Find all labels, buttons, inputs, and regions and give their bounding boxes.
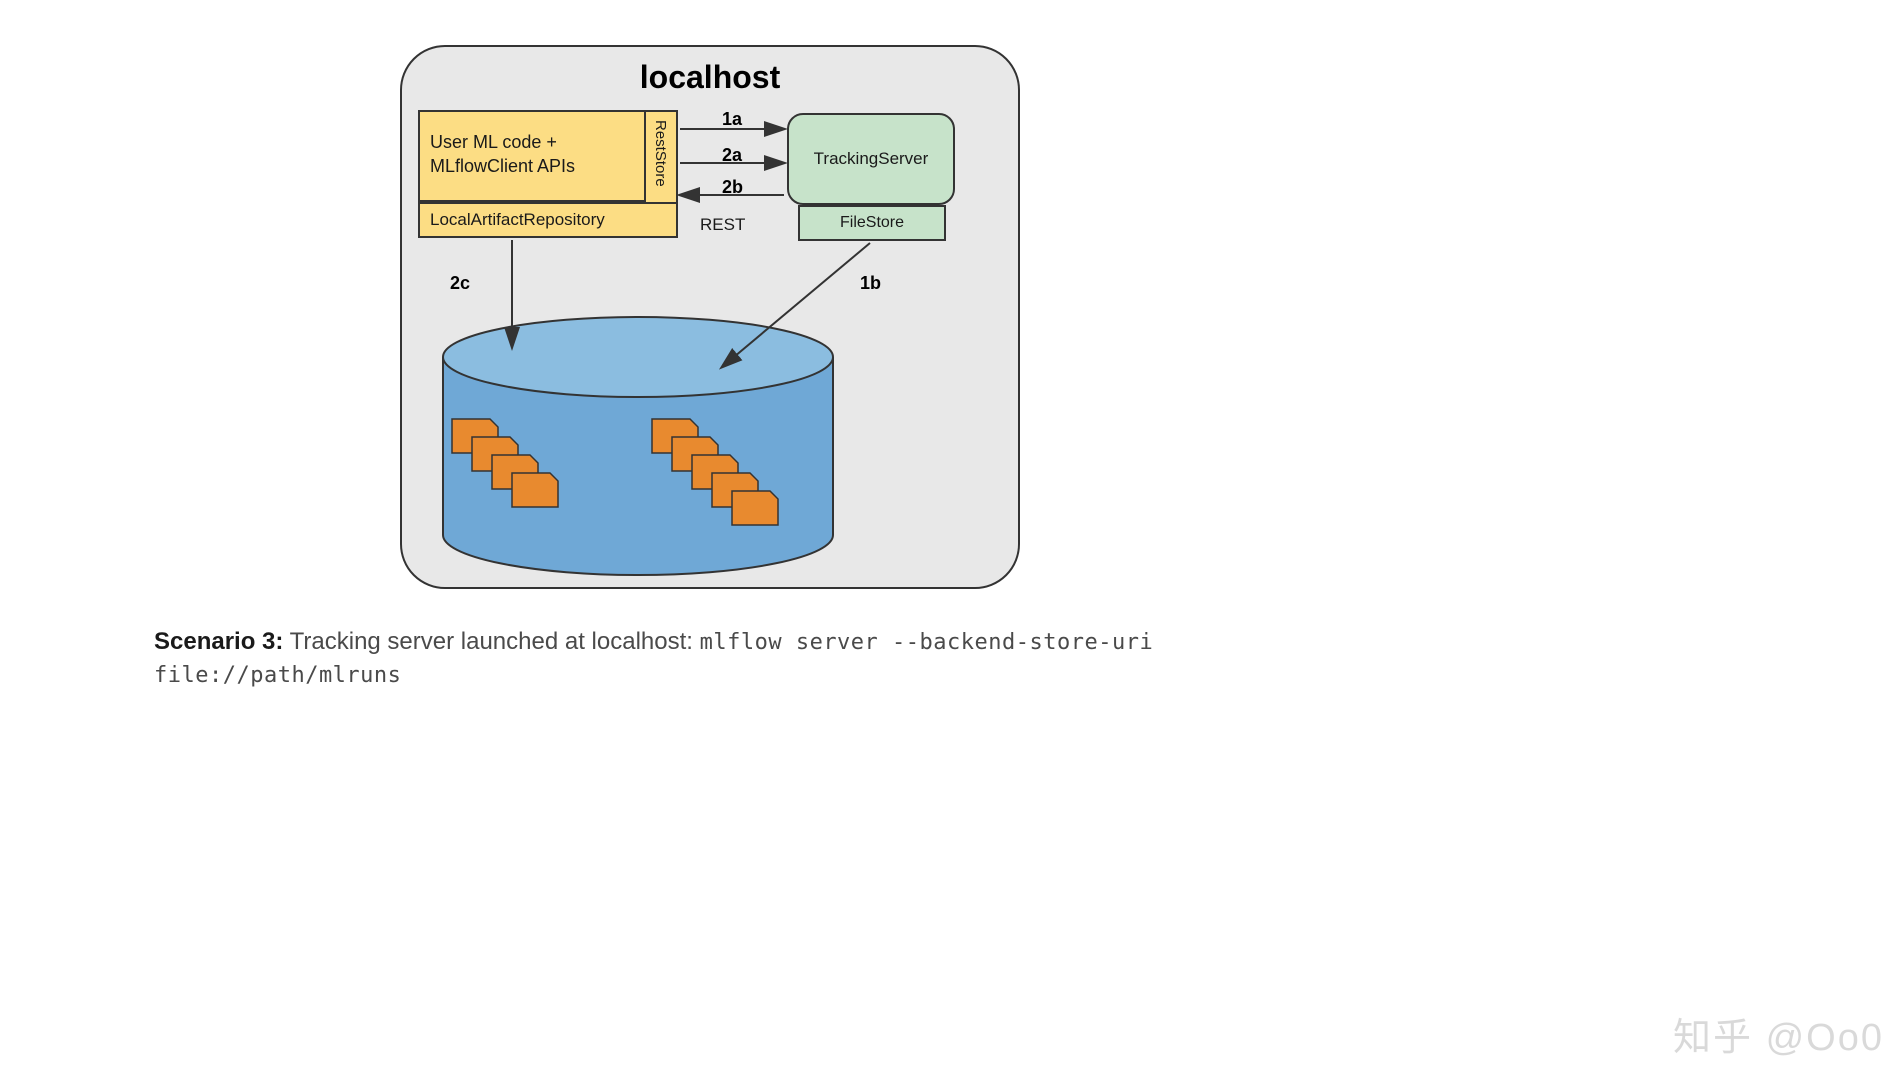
client-text: User ML code + MLflowClient APIs: [430, 130, 575, 178]
local-artifact-box: LocalArtifactRepository: [418, 202, 678, 238]
arrow-label-1a: 1a: [722, 109, 742, 130]
scenario-caption: Scenario 3: Tracking server launched at …: [154, 626, 1154, 692]
arrow-label-1b: 1b: [860, 273, 881, 294]
scenario-prefix: Scenario 3:: [154, 628, 283, 655]
storage-cylinder: [443, 317, 833, 575]
scenario-code-1: mlflow server --backend-store-uri: [700, 630, 1154, 655]
reststore-label: RestStore: [652, 120, 669, 187]
scenario-code-2: file://path/mlruns: [154, 663, 401, 688]
client-line1: User ML code +: [430, 132, 557, 152]
reststore-box: RestStore: [644, 110, 678, 207]
arrow-label-2b: 2b: [722, 177, 743, 198]
tracking-server-label: TrackingServer: [814, 149, 929, 169]
localhost-title: localhost: [402, 59, 1018, 96]
local-artifact-label: LocalArtifactRepository: [430, 210, 605, 230]
arrow-label-2c: 2c: [450, 273, 470, 294]
watermark: 知乎 @Oo0: [1673, 1006, 1884, 1061]
rest-protocol-label: REST: [700, 215, 745, 235]
scenario-body: Tracking server launched at localhost:: [283, 628, 699, 655]
folder-stack-left: [452, 419, 558, 507]
localhost-frame: localhost User ML code + MLflowClient AP…: [400, 45, 1020, 589]
client-box: User ML code + MLflowClient APIs: [418, 110, 678, 202]
filestore-label: FileStore: [840, 214, 904, 232]
mlruns-path-1: mlruns/1/..: [562, 453, 632, 470]
client-line2: MLflowClient APIs: [430, 156, 575, 176]
folder-stack-right: [652, 419, 778, 525]
arrow-label-2a: 2a: [722, 145, 742, 166]
mlruns-path-0: mlruns/0/..: [562, 431, 632, 448]
tracking-server-box: TrackingServer: [787, 113, 955, 205]
filestore-box: FileStore: [798, 205, 946, 241]
